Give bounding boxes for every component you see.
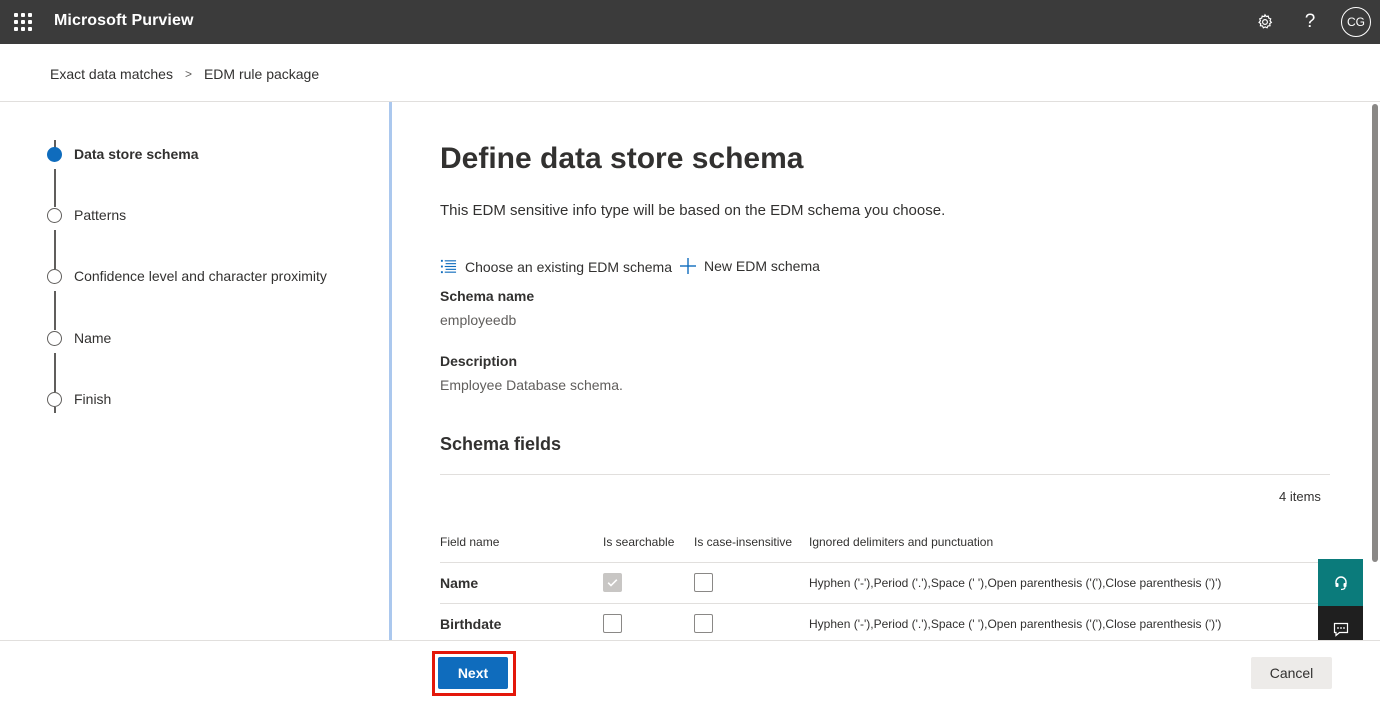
new-edm-schema-label: New EDM schema xyxy=(704,258,820,274)
cancel-button[interactable]: Cancel xyxy=(1251,657,1332,689)
wizard-stepper: Data store schema Patterns Confidence le… xyxy=(0,102,390,640)
chevron-right-icon: > xyxy=(184,67,192,81)
main-scrollbar[interactable] xyxy=(1370,102,1380,640)
checkmark-icon xyxy=(607,579,618,587)
choose-existing-schema-button[interactable]: Choose an existing EDM schema xyxy=(440,258,672,275)
section-divider xyxy=(440,474,1330,475)
top-bar: Microsoft Purview ? CG xyxy=(0,0,1380,44)
chat-icon xyxy=(1333,622,1348,637)
avatar[interactable]: CG xyxy=(1341,7,1371,37)
step-confidence-level[interactable]: Confidence level and character proximity xyxy=(47,268,327,284)
field-name-cell: Name xyxy=(440,575,479,591)
wizard-footer: Next Cancel xyxy=(0,640,1380,702)
breadcrumb-exact-data-matches[interactable]: Exact data matches xyxy=(50,66,173,82)
app-title[interactable]: Microsoft Purview xyxy=(54,12,194,30)
step-active-indicator xyxy=(47,146,62,162)
schema-name-value: employeedb xyxy=(440,312,517,328)
step-indicator xyxy=(47,268,62,284)
items-count: 4 items xyxy=(1279,489,1321,504)
support-button[interactable] xyxy=(1318,559,1363,606)
settings-icon[interactable] xyxy=(1253,10,1277,34)
step-connector xyxy=(54,291,56,330)
schema-name-label: Schema name xyxy=(440,288,535,304)
help-icon[interactable]: ? xyxy=(1298,10,1322,34)
column-header-field-name[interactable]: Field name xyxy=(440,535,499,549)
step-name[interactable]: Name xyxy=(47,330,111,346)
headset-icon xyxy=(1334,575,1347,590)
column-header-is-case-insensitive[interactable]: Is case-insensitive xyxy=(694,535,792,549)
breadcrumb: Exact data matches > EDM rule package xyxy=(50,66,319,82)
step-indicator xyxy=(47,391,62,407)
page-title: Define data store schema xyxy=(440,142,804,175)
step-finish[interactable]: Finish xyxy=(47,391,111,407)
next-button[interactable]: Next xyxy=(438,657,508,689)
table-row: Birthdate Hyphen ('-'),Period ('.'),Spac… xyxy=(440,603,1330,640)
step-label: Data store schema xyxy=(74,146,199,162)
is-case-insensitive-checkbox[interactable] xyxy=(694,573,713,592)
step-connector xyxy=(54,353,56,392)
column-header-is-searchable[interactable]: Is searchable xyxy=(603,535,674,549)
page-description: This EDM sensitive info type will be bas… xyxy=(440,202,946,219)
step-label: Patterns xyxy=(74,207,127,223)
step-indicator xyxy=(47,330,62,346)
description-label: Description xyxy=(440,353,518,369)
description-value: Employee Database schema. xyxy=(440,377,623,393)
step-label: Name xyxy=(74,330,112,346)
waffle-icon[interactable] xyxy=(14,13,32,31)
plus-icon xyxy=(680,258,696,274)
step-connector xyxy=(54,407,56,413)
is-searchable-checkbox[interactable] xyxy=(603,614,622,633)
table-row: Name Hyphen ('-'),Period ('.'),Space (' … xyxy=(440,562,1330,603)
breadcrumb-bar: Exact data matches > EDM rule package xyxy=(0,44,1380,102)
choose-existing-schema-label: Choose an existing EDM schema xyxy=(465,258,672,275)
column-header-ignored-delimiters[interactable]: Ignored delimiters and punctuation xyxy=(809,535,993,549)
delimiters-cell: Hyphen ('-'),Period ('.'),Space (' '),Op… xyxy=(809,576,1222,590)
new-edm-schema-button[interactable]: New EDM schema xyxy=(680,258,820,274)
is-case-insensitive-checkbox[interactable] xyxy=(694,614,713,633)
is-searchable-checkbox[interactable] xyxy=(603,573,622,592)
step-data-store-schema[interactable]: Data store schema xyxy=(47,146,199,162)
scrollbar-thumb[interactable] xyxy=(1372,104,1378,562)
step-label: Confidence level and character proximity xyxy=(74,268,327,284)
field-name-cell: Birthdate xyxy=(440,616,502,632)
main-content: Define data store schema This EDM sensit… xyxy=(392,102,1368,640)
delimiters-cell: Hyphen ('-'),Period ('.'),Space (' '),Op… xyxy=(809,617,1222,631)
step-connector xyxy=(54,169,56,207)
step-indicator xyxy=(47,207,62,223)
list-icon xyxy=(440,259,457,274)
breadcrumb-edm-rule-package[interactable]: EDM rule package xyxy=(204,66,319,82)
step-label: Finish xyxy=(74,391,112,407)
schema-fields-heading: Schema fields xyxy=(440,434,562,454)
step-connector xyxy=(54,230,56,269)
step-patterns[interactable]: Patterns xyxy=(47,207,126,223)
